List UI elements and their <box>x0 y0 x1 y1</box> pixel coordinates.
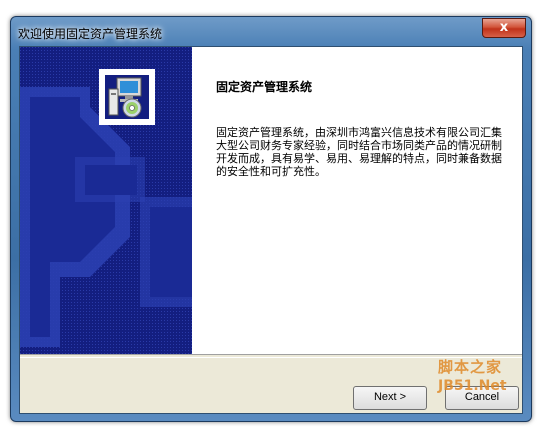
title-bar[interactable]: 欢迎使用固定资产管理系统 x <box>11 17 531 45</box>
close-button[interactable]: x <box>482 18 526 38</box>
product-description: 固定资产管理系统，由深圳市鸿富兴信息技术有限公司汇集大型公司财务专家经验，同时结… <box>216 126 502 178</box>
wizard-content-panel: 固定资产管理系统 固定资产管理系统，由深圳市鸿富兴信息技术有限公司汇集大型公司财… <box>192 47 522 354</box>
window-title: 欢迎使用固定资产管理系统 <box>18 27 163 41</box>
page-title: 固定资产管理系统 <box>216 80 313 94</box>
wizard-banner <box>20 47 192 354</box>
next-button[interactable]: Next > <box>353 386 427 410</box>
installer-icon-frame <box>99 69 155 125</box>
watermark-site-name: 脚本之家 <box>438 358 503 376</box>
watermark-site-domain: JB51.Net <box>438 378 507 394</box>
installer-computer-cd-icon <box>105 75 149 119</box>
site-watermark: 脚本之家 JB51.Net <box>438 356 507 394</box>
